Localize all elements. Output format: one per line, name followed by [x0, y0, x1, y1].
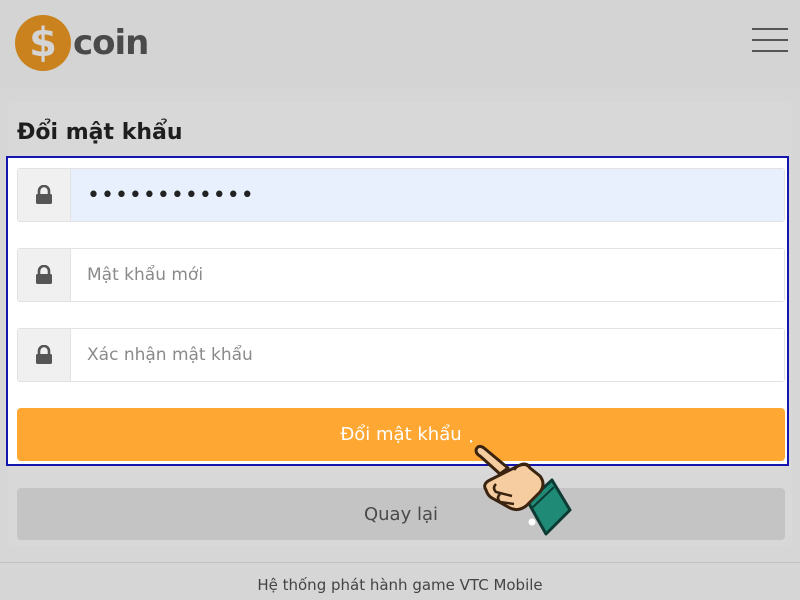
page-title: Đổi mật khẩu: [17, 120, 183, 145]
footer-text: Hệ thống phát hành game VTC Mobile: [257, 576, 543, 594]
pointing-hand-icon: [470, 440, 572, 536]
lock-icon: [18, 249, 71, 301]
current-password-input[interactable]: [71, 169, 784, 221]
footer-divider: [0, 562, 800, 563]
new-password-field[interactable]: [17, 248, 785, 302]
scoin-logo[interactable]: $ coin: [15, 14, 149, 72]
lock-icon: [18, 329, 71, 381]
header: $ coin: [0, 0, 800, 88]
logo-text: coin: [73, 23, 149, 63]
lock-icon: [18, 169, 71, 221]
hamburger-menu-icon[interactable]: [752, 26, 788, 54]
confirm-password-input[interactable]: [71, 329, 784, 381]
new-password-input[interactable]: [71, 249, 784, 301]
back-button[interactable]: Quay lại: [17, 488, 785, 540]
confirm-password-field[interactable]: [17, 328, 785, 382]
current-password-field[interactable]: [17, 168, 785, 222]
coin-icon: $: [15, 15, 71, 71]
change-password-button[interactable]: Đổi mật khẩu: [17, 408, 785, 461]
